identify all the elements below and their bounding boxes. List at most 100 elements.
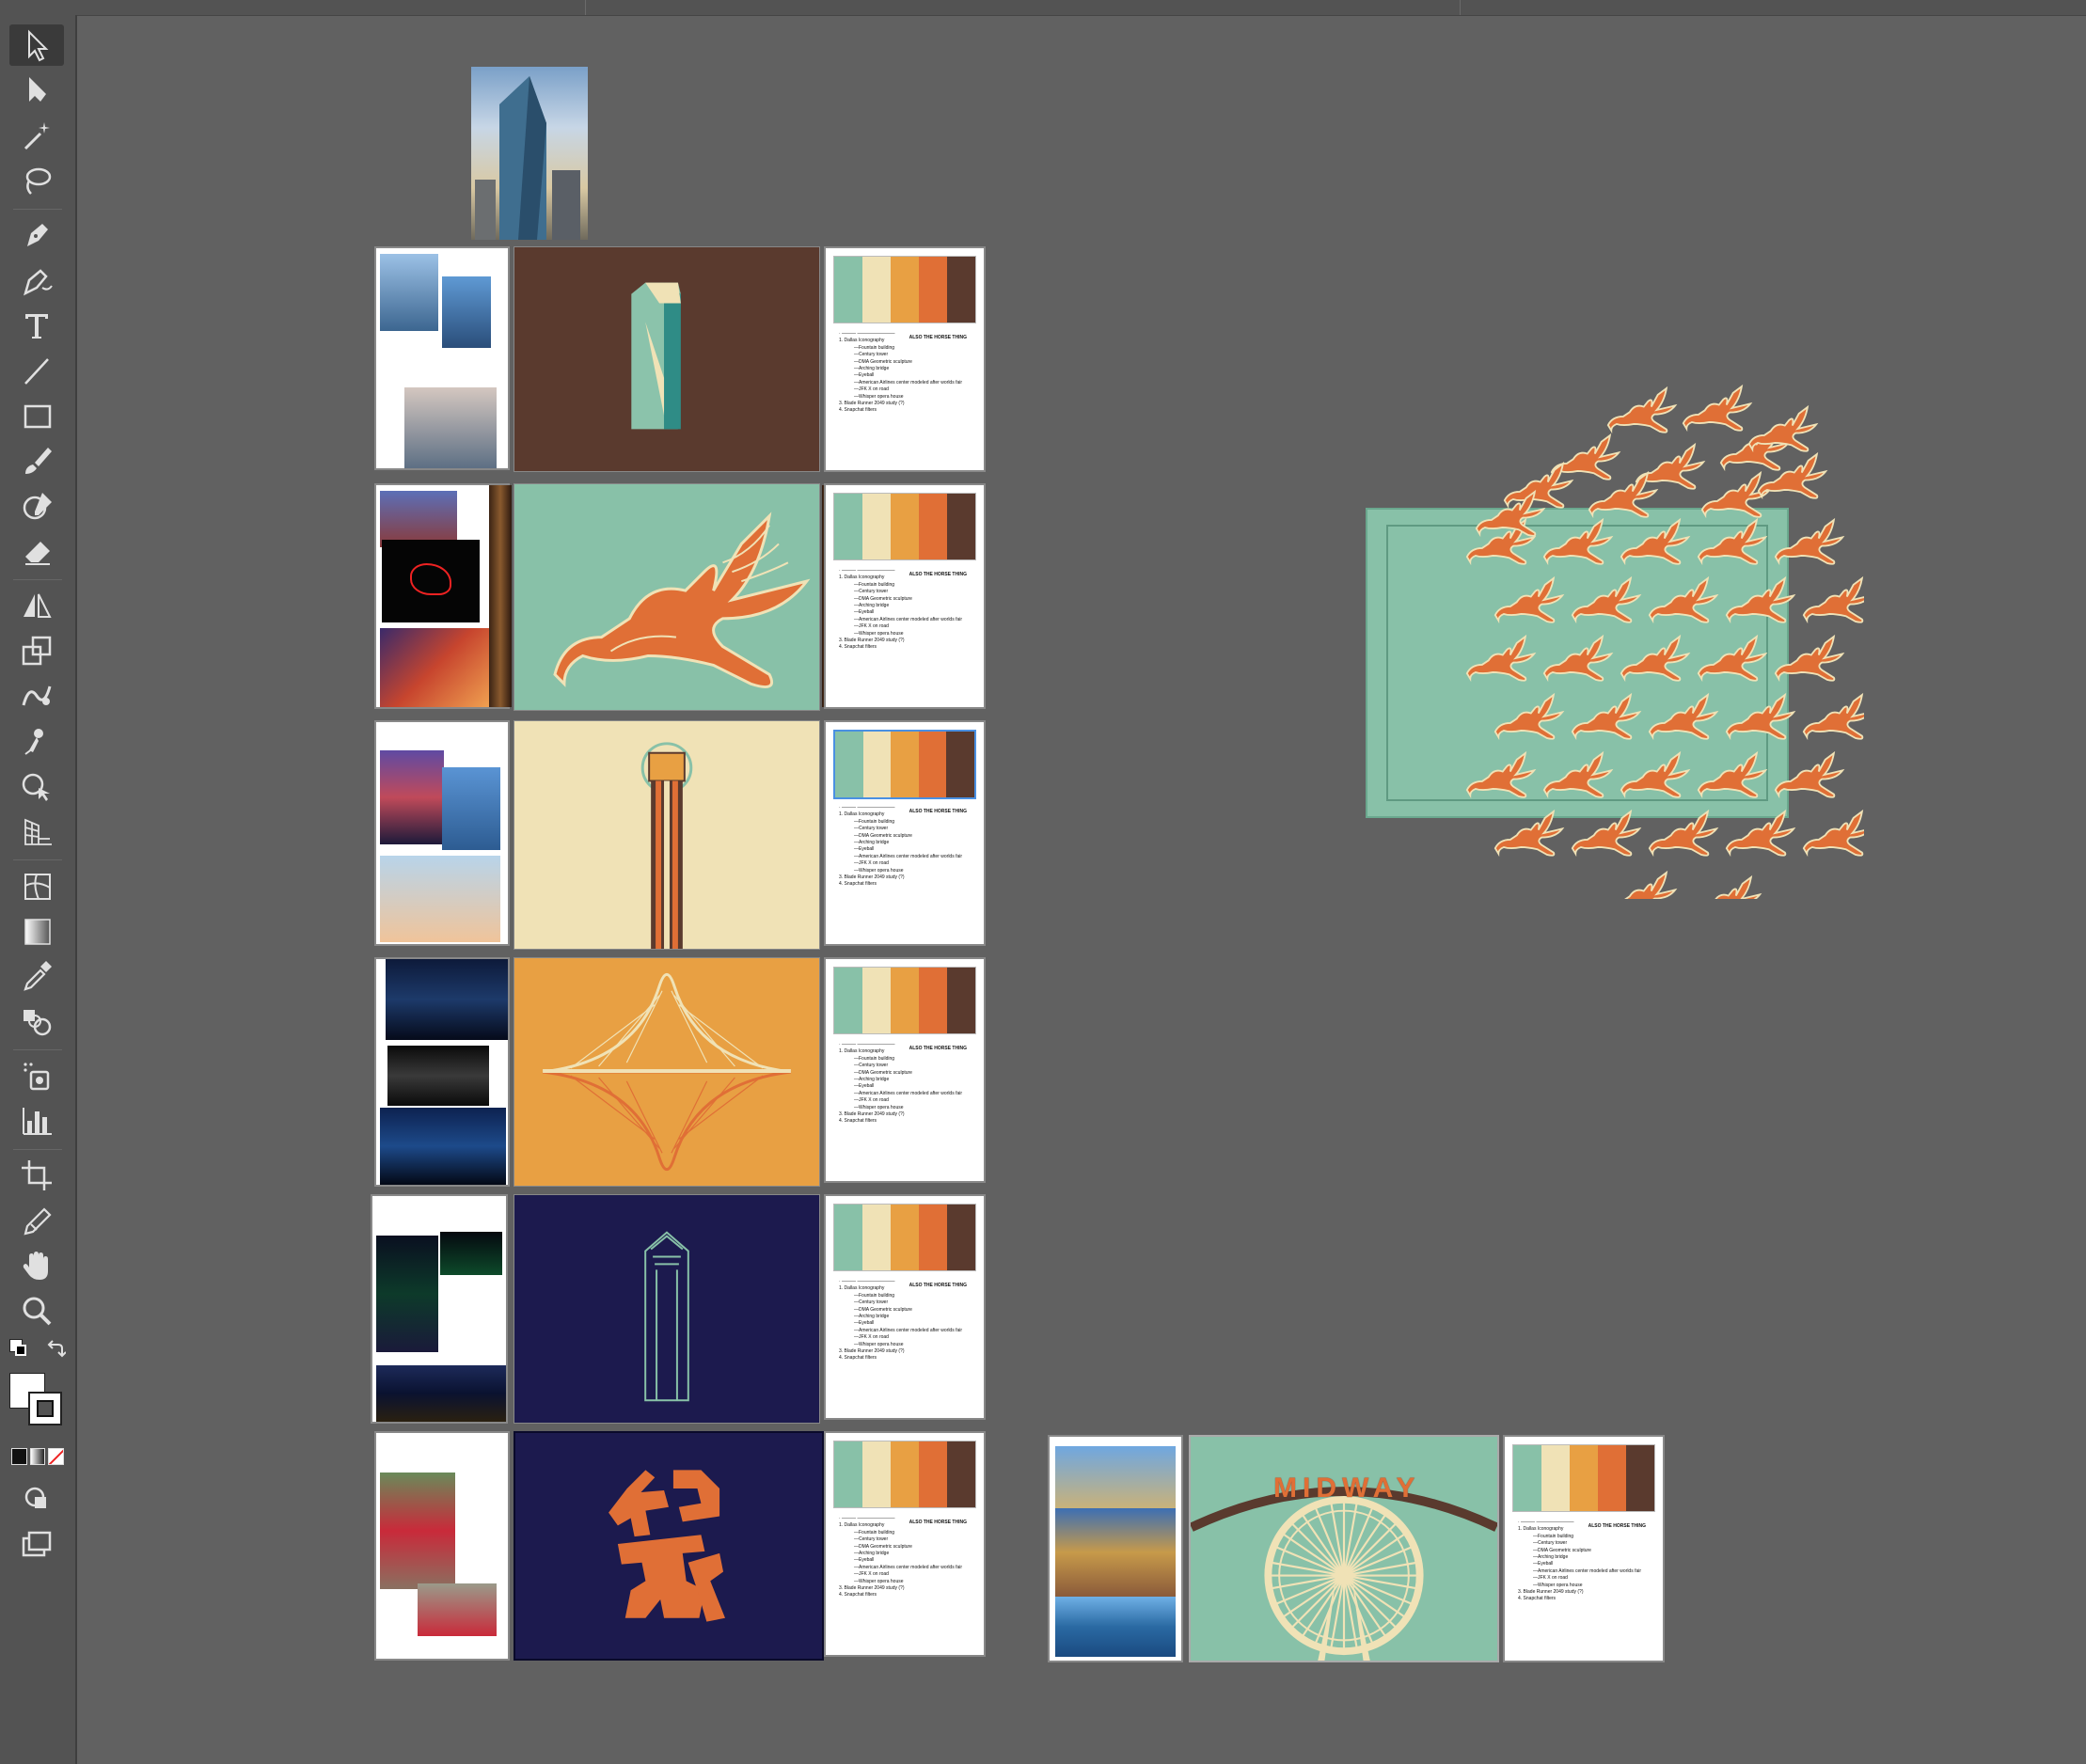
- shaper-tool-icon[interactable]: [9, 485, 64, 527]
- color-mode-icon[interactable]: [11, 1448, 27, 1465]
- pegasus-mark[interactable]: [1635, 442, 1706, 491]
- reference-artboard-3[interactable]: [376, 722, 508, 944]
- pegasus-mark[interactable]: [1774, 750, 1845, 799]
- pegasus-mark[interactable]: [1571, 692, 1642, 741]
- pegasus-mark[interactable]: [1620, 634, 1691, 683]
- slice-tool-icon[interactable]: [9, 1200, 64, 1241]
- reflect-tool-icon[interactable]: [9, 585, 64, 626]
- pegasus-mark[interactable]: [1493, 809, 1565, 858]
- zoom-tool-icon[interactable]: [9, 1290, 64, 1331]
- color-swatch[interactable]: [947, 494, 975, 559]
- lasso-tool-icon[interactable]: [9, 160, 64, 201]
- color-swatch[interactable]: [1541, 1445, 1570, 1511]
- palette-swatches[interactable]: [833, 256, 976, 323]
- color-swatch[interactable]: [891, 732, 919, 797]
- color-swatch[interactable]: [835, 732, 863, 797]
- screen-mode-icon[interactable]: [9, 1523, 64, 1565]
- color-swatch[interactable]: [1626, 1445, 1654, 1511]
- reference-artboard-2[interactable]: [376, 485, 508, 707]
- artboard-midway[interactable]: MIDWAY: [1189, 1435, 1499, 1662]
- pegasus-mark[interactable]: [1648, 692, 1719, 741]
- color-swatch[interactable]: [946, 732, 974, 797]
- stroke-swatch[interactable]: [28, 1392, 62, 1425]
- pegasus-mark[interactable]: [1571, 575, 1642, 624]
- pegasus-mark[interactable]: [1606, 386, 1678, 434]
- hand-tool-icon[interactable]: [9, 1245, 64, 1286]
- gradient-mode-icon[interactable]: [29, 1448, 46, 1465]
- pegasus-mark[interactable]: [1493, 575, 1565, 624]
- column-graph-tool-icon[interactable]: [9, 1100, 64, 1142]
- color-swatch[interactable]: [947, 257, 975, 323]
- reference-artboard-midway[interactable]: [1050, 1437, 1181, 1661]
- pegasus-mark[interactable]: [1697, 634, 1768, 683]
- color-mode-buttons[interactable]: [11, 1448, 65, 1465]
- canvas[interactable]: ALSO THE HORSE THING · ——— ———————— 1. Dal…: [77, 15, 2086, 1764]
- color-swatch[interactable]: [1570, 1445, 1598, 1511]
- artboard-fountain-place[interactable]: [514, 246, 820, 472]
- color-swatch[interactable]: [891, 968, 919, 1033]
- pegasus-mark[interactable]: [1608, 870, 1678, 899]
- direct-selection-tool-icon[interactable]: [9, 70, 64, 111]
- color-swatch[interactable]: [919, 257, 947, 323]
- pegasus-mark[interactable]: [1620, 517, 1691, 566]
- color-swatch[interactable]: [862, 968, 891, 1033]
- pegasus-mark[interactable]: [1802, 692, 1864, 741]
- gradient-tool-icon[interactable]: [9, 910, 64, 952]
- notes-artboard-5[interactable]: ALSO THE HORSE THING · ——— ———————— 1. Dal…: [826, 1196, 984, 1418]
- color-swatch[interactable]: [862, 732, 892, 797]
- pegasus-mark[interactable]: [1588, 470, 1659, 519]
- pegasus-mark[interactable]: [1542, 634, 1614, 683]
- color-swatch[interactable]: [947, 1441, 975, 1507]
- color-swatch[interactable]: [891, 494, 919, 559]
- pegasus-mark[interactable]: [1697, 517, 1768, 566]
- symbol-sprayer-tool-icon[interactable]: [9, 1055, 64, 1096]
- pen-tool-icon[interactable]: [9, 214, 64, 256]
- pegasus-mark[interactable]: [1465, 634, 1537, 683]
- none-mode-icon[interactable]: [48, 1448, 65, 1465]
- color-swatch[interactable]: [1513, 1445, 1541, 1511]
- palette-swatches[interactable]: [833, 493, 976, 560]
- pegasus-mark[interactable]: [1802, 809, 1864, 858]
- pegasus-mark[interactable]: [1697, 750, 1768, 799]
- color-swatch[interactable]: [862, 1205, 891, 1270]
- color-swatch[interactable]: [947, 968, 975, 1033]
- pegasus-mark[interactable]: [1802, 575, 1864, 624]
- eraser-tool-icon[interactable]: [9, 530, 64, 572]
- curvature-tool-icon[interactable]: [9, 260, 64, 301]
- reference-artboard-5[interactable]: [372, 1196, 506, 1422]
- color-swatch[interactable]: [1598, 1445, 1626, 1511]
- color-swatch[interactable]: [862, 494, 891, 559]
- reference-artboard-1[interactable]: [376, 248, 508, 468]
- artboard-bank-tower[interactable]: [514, 1194, 820, 1424]
- type-tool-icon[interactable]: [9, 305, 64, 346]
- color-swatch[interactable]: [834, 494, 862, 559]
- color-swatch[interactable]: [862, 257, 891, 323]
- palette-swatches[interactable]: [833, 1441, 976, 1508]
- artboard-sculpture[interactable]: [514, 1431, 824, 1661]
- pegasus-mark[interactable]: [1774, 517, 1845, 566]
- pegasus-mark[interactable]: [1725, 692, 1796, 741]
- color-swatch[interactable]: [834, 1441, 862, 1507]
- notes-artboard-2[interactable]: ALSO THE HORSE THING · ——— ———————— 1. Dal…: [826, 485, 984, 707]
- pegasus-mark[interactable]: [1542, 517, 1614, 566]
- artboard-pegasus[interactable]: [514, 483, 820, 711]
- artboard-tool-icon[interactable]: [9, 1155, 64, 1196]
- pegasus-mark[interactable]: [1620, 750, 1691, 799]
- default-colors-icon[interactable]: [9, 1339, 30, 1360]
- notes-artboard-1[interactable]: ALSO THE HORSE THING · ——— ———————— 1. Dal…: [826, 248, 984, 470]
- paintbrush-tool-icon[interactable]: [9, 440, 64, 481]
- pegasus-mark[interactable]: [1725, 809, 1796, 858]
- reference-artboard-6[interactable]: [376, 1433, 508, 1659]
- pegasus-mark[interactable]: [1493, 692, 1565, 741]
- notes-artboard-6[interactable]: ALSO THE HORSE THING · ——— ———————— 1. Dal…: [826, 1433, 984, 1655]
- color-swatch[interactable]: [834, 968, 862, 1033]
- pegasus-mark[interactable]: [1693, 874, 1762, 899]
- notes-artboard-4[interactable]: ALSO THE HORSE THING · ——— ———————— 1. Dal…: [826, 959, 984, 1181]
- palette-swatches[interactable]: [833, 967, 976, 1034]
- fountain-place-photo[interactable]: [471, 67, 588, 240]
- color-swatch[interactable]: [834, 1205, 862, 1270]
- palette-swatches[interactable]: [1512, 1444, 1655, 1512]
- pegasus-mark[interactable]: [1700, 470, 1772, 519]
- artboard-reunion-tower[interactable]: [514, 720, 820, 950]
- pegasus-mark[interactable]: [1542, 750, 1614, 799]
